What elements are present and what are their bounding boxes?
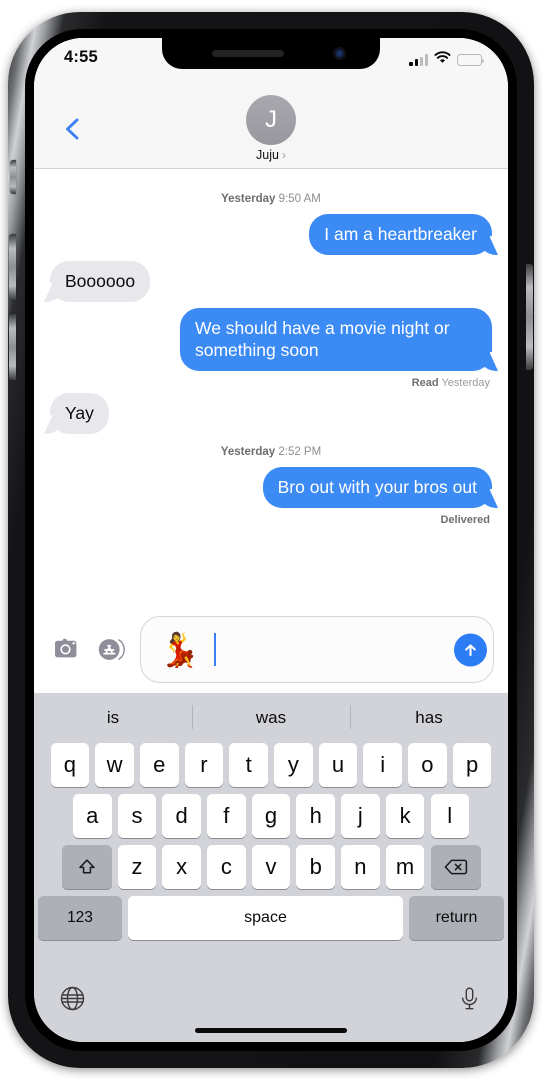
notch xyxy=(162,38,380,69)
phone-bezel: 4:55 J Juju › Yesterday 9:50 AM I am a h… xyxy=(25,29,517,1051)
camera-icon[interactable] xyxy=(48,633,81,666)
read-receipt: Read Yesterday xyxy=(50,377,490,389)
key-x[interactable]: x xyxy=(162,845,201,889)
key-l[interactable]: l xyxy=(430,794,469,838)
delivery-receipt: Delivered xyxy=(50,514,490,526)
message-row: I am a heartbreaker xyxy=(50,214,502,255)
space-key[interactable]: space xyxy=(128,896,403,940)
timestamp-time: 9:50 AM xyxy=(278,193,321,205)
mute-switch-button[interactable] xyxy=(10,160,16,194)
key-u[interactable]: u xyxy=(318,743,358,787)
key-d[interactable]: d xyxy=(162,794,201,838)
message-bubble-outgoing[interactable]: Bro out with your bros out xyxy=(262,467,503,508)
globe-icon[interactable] xyxy=(58,984,87,1013)
home-indicator[interactable] xyxy=(195,1027,347,1033)
back-button[interactable] xyxy=(60,116,86,142)
contact-name: Juju xyxy=(256,148,279,162)
volume-up-button[interactable] xyxy=(9,234,16,300)
key-v[interactable]: v xyxy=(251,845,291,889)
key-t[interactable]: t xyxy=(229,743,268,787)
key-y[interactable]: y xyxy=(274,743,313,787)
avatar-initial: J xyxy=(265,106,277,133)
suggestion-3[interactable]: has xyxy=(350,693,508,742)
microphone-icon[interactable] xyxy=(455,984,484,1013)
message-row: We should have a movie night or somethin… xyxy=(50,308,502,371)
battery-icon xyxy=(457,53,485,67)
key-c[interactable]: c xyxy=(207,845,246,889)
timestamp-day: Yesterday xyxy=(220,446,276,458)
key-f[interactable]: f xyxy=(207,794,246,838)
key-b[interactable]: b xyxy=(296,845,335,889)
power-button[interactable] xyxy=(526,264,533,370)
message-timestamp: Yesterday 2:52 PM xyxy=(50,446,492,458)
key-w[interactable]: w xyxy=(95,743,134,787)
key-m[interactable]: m xyxy=(385,845,425,889)
message-row: Yay xyxy=(40,393,492,434)
predictive-text-bar: is was has xyxy=(34,693,508,742)
timestamp-time: 2:52 PM xyxy=(278,446,322,458)
message-input-bar: 💃 xyxy=(34,606,508,693)
key-h[interactable]: h xyxy=(296,794,335,838)
key-g[interactable]: g xyxy=(251,794,291,838)
keyboard-row-4: 123 space return xyxy=(34,896,508,940)
shift-arrow-icon xyxy=(78,859,95,874)
key-i[interactable]: i xyxy=(363,743,402,787)
key-e[interactable]: e xyxy=(140,743,179,787)
suggestion-1[interactable]: is xyxy=(34,693,192,742)
key-j[interactable]: j xyxy=(341,794,380,838)
message-bubble-outgoing[interactable]: I am a heartbreaker xyxy=(309,214,502,255)
backspace-key[interactable] xyxy=(430,845,481,889)
message-timestamp: Yesterday 9:50 AM xyxy=(50,193,492,205)
suggestion-2[interactable]: was xyxy=(192,693,350,742)
key-n[interactable]: n xyxy=(341,845,380,889)
message-row: Bro out with your bros out xyxy=(50,467,503,508)
message-bubble-incoming[interactable]: Yay xyxy=(40,393,109,434)
key-o[interactable]: o xyxy=(408,743,447,787)
message-row: Boooooo xyxy=(39,261,492,302)
chevron-right-icon: › xyxy=(281,148,286,162)
message-bubble-outgoing[interactable]: We should have a movie night or somethin… xyxy=(180,308,502,371)
volume-down-button[interactable] xyxy=(9,314,16,380)
receipt-status: Delivered xyxy=(440,514,490,526)
key-z[interactable]: z xyxy=(117,845,157,889)
contact-info-button[interactable]: Juju › xyxy=(34,148,508,162)
send-button[interactable] xyxy=(454,633,487,666)
keyboard-row-2: a s d f g h j k l xyxy=(34,794,508,838)
cellular-signal-icon xyxy=(409,54,428,66)
avatar[interactable]: J xyxy=(246,95,296,145)
message-list[interactable]: Yesterday 9:50 AM I am a heartbreaker Bo… xyxy=(34,169,508,606)
on-screen-keyboard: is was has q w e r t y u i o p a s d f g… xyxy=(34,693,508,1042)
numbers-key[interactable]: 123 xyxy=(38,896,122,940)
receipt-time: Yesterday xyxy=(441,377,490,389)
earpiece-speaker xyxy=(212,50,284,57)
text-cursor xyxy=(214,633,217,666)
phone-frame: 4:55 J Juju › Yesterday 9:50 AM I am a h… xyxy=(8,12,534,1068)
status-bar-time: 4:55 xyxy=(64,48,98,66)
key-p[interactable]: p xyxy=(452,743,492,787)
message-bubble-incoming[interactable]: Boooooo xyxy=(39,261,151,302)
timestamp-day: Yesterday xyxy=(221,193,276,205)
return-key[interactable]: return xyxy=(409,896,504,940)
key-r[interactable]: r xyxy=(184,743,224,787)
status-bar-icons xyxy=(409,51,485,69)
shift-key[interactable] xyxy=(61,845,112,889)
wifi-icon xyxy=(434,51,451,69)
phone-screen: 4:55 J Juju › Yesterday 9:50 AM I am a h… xyxy=(34,38,508,1042)
front-camera-icon xyxy=(333,47,346,60)
message-text-input[interactable]: 💃 xyxy=(140,616,494,683)
input-emoji-content: 💃 xyxy=(159,631,201,668)
key-s[interactable]: s xyxy=(117,794,157,838)
key-a[interactable]: a xyxy=(73,794,112,838)
receipt-status: Read xyxy=(411,377,439,389)
key-q[interactable]: q xyxy=(50,743,90,787)
keyboard-row-3: z x c v b n m xyxy=(34,845,508,889)
backspace-icon xyxy=(444,859,467,875)
key-k[interactable]: k xyxy=(385,794,425,838)
keyboard-row-1: q w e r t y u i o p xyxy=(34,743,508,787)
app-store-icon[interactable] xyxy=(94,633,127,666)
